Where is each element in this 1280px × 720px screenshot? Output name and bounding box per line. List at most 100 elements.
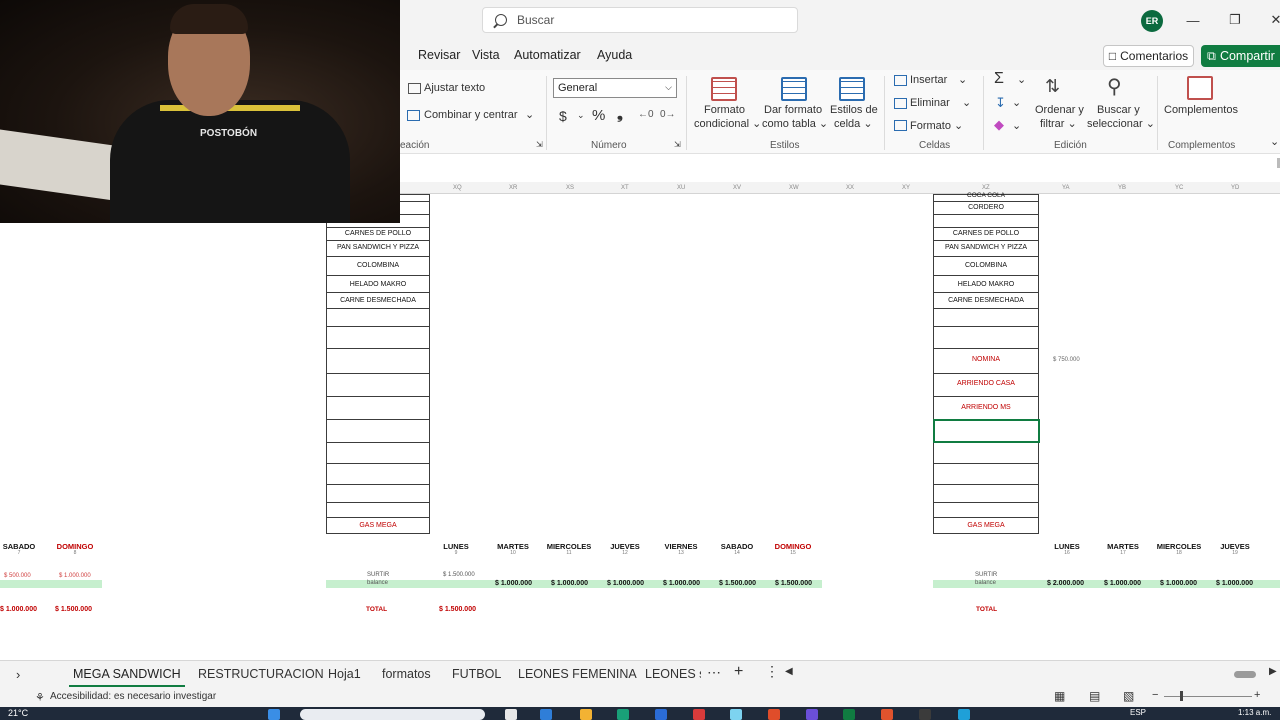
insert-dropdown-icon[interactable]: ⌄ (958, 73, 967, 86)
surtir-value[interactable]: $ 1.500.000 (443, 572, 475, 578)
user-avatar[interactable]: ER (1141, 10, 1163, 32)
app-icon[interactable] (655, 709, 667, 720)
minimize-icon[interactable]: — (1185, 12, 1201, 28)
share-button[interactable]: ⧉ Compartir (1201, 45, 1280, 67)
autosum-dropdown-icon[interactable]: ⌄ (1017, 73, 1026, 86)
accessibility-status[interactable]: Accesibilidad: es necesario investigar (50, 691, 216, 702)
app-icon[interactable] (919, 709, 931, 720)
total-label[interactable]: TOTAL (366, 606, 387, 613)
tab-vista[interactable]: Vista (472, 48, 500, 62)
format-as-table-label-1[interactable]: Dar formato (764, 104, 822, 116)
clear-dropdown-icon[interactable]: ⌄ (1012, 119, 1021, 132)
percent-button[interactable]: % (592, 107, 605, 124)
list-item[interactable]: ARRIENDO CASA (933, 380, 1039, 387)
column-header[interactable]: XS (566, 185, 574, 191)
list-item[interactable]: CARNE DESMECHADA (933, 297, 1039, 304)
close-icon[interactable]: ✕ (1268, 12, 1280, 28)
balance-value[interactable]: $ 2.000.000 (1047, 580, 1084, 587)
list-item[interactable]: CARNES DE POLLO (326, 230, 430, 237)
fill-icon[interactable]: ↧ (995, 95, 1006, 111)
conditional-format-button[interactable]: condicional ⌄ (694, 117, 761, 130)
conditional-format-label-1[interactable]: Formato (704, 104, 745, 116)
accessibility-icon[interactable]: ⚘ (35, 691, 45, 704)
column-header[interactable]: YC (1175, 185, 1183, 191)
sheet-tab[interactable]: FUTBOL (452, 667, 501, 681)
balance-value[interactable]: $ 1.000.000 (551, 580, 588, 587)
format-button[interactable]: Formato ⌄ (910, 119, 963, 132)
fill-dropdown-icon[interactable]: ⌄ (1012, 96, 1021, 109)
tab-revisar[interactable]: Revisar (418, 48, 460, 62)
restore-icon[interactable]: ❐ (1227, 12, 1243, 28)
app-icon[interactable] (806, 709, 818, 720)
small-value[interactable]: $ 500.000 (4, 573, 31, 579)
list-item[interactable]: CARNES DE POLLO (933, 230, 1039, 237)
scroll-left-icon[interactable]: ◀ (785, 666, 793, 677)
app-icon[interactable] (958, 709, 970, 720)
total-value[interactable]: $ 1.500.000 (55, 606, 92, 613)
sheet-tab-active[interactable]: MEGA SANDWICH (69, 667, 185, 688)
language-indicator[interactable]: ESP (1130, 708, 1146, 717)
taskbar-search[interactable] (300, 709, 485, 720)
app-icon[interactable] (617, 709, 629, 720)
list-item[interactable]: COLOMBINA (326, 262, 430, 269)
clock[interactable]: 1:13 a.m. (1238, 708, 1271, 717)
wrap-text-button[interactable]: Ajustar texto (424, 82, 485, 94)
worksheet-grid[interactable]: CARNES DE POLLO PAN SANDWICH Y PIZZA COL… (0, 192, 1280, 660)
column-header[interactable]: XY (902, 185, 910, 191)
app-icon[interactable] (693, 709, 705, 720)
list-item[interactable]: ARRIENDO MS (933, 404, 1039, 411)
column-header[interactable]: YD (1231, 185, 1239, 191)
list-item[interactable]: PAN SANDWICH Y PIZZA (933, 244, 1039, 251)
merge-center-button[interactable]: Combinar y centrar (424, 109, 518, 121)
balance-label[interactable]: balance (975, 580, 996, 586)
find-select-label-1[interactable]: Buscar y (1097, 104, 1140, 116)
balance-value[interactable]: $ 1.000.000 (1104, 580, 1141, 587)
addins-button[interactable]: Complementos (1164, 104, 1238, 116)
sheet-tab[interactable]: Hoja1 (328, 667, 361, 681)
currency-dropdown-icon[interactable]: ⌄ (577, 110, 585, 121)
balance-value[interactable]: $ 1.000.000 (1160, 580, 1197, 587)
sort-filter-label-1[interactable]: Ordenar y (1035, 104, 1084, 116)
app-icon[interactable] (768, 709, 780, 720)
column-header[interactable]: XX (846, 185, 854, 191)
delete-button[interactable]: Eliminar (910, 97, 950, 109)
sheet-tab[interactable]: LEONES FEMENINA (518, 667, 637, 681)
sort-filter-button[interactable]: filtrar ⌄ (1040, 117, 1077, 130)
column-header[interactable]: XV (733, 185, 741, 191)
clear-icon[interactable]: ◆ (994, 117, 1004, 133)
list-item[interactable]: COLOMBINA (933, 262, 1039, 269)
app-icon[interactable] (540, 709, 552, 720)
list-item[interactable]: HELADO MAKRO (933, 281, 1039, 288)
browser-icon[interactable] (730, 709, 742, 720)
number-launcher-icon[interactable]: ⇲ (674, 140, 681, 149)
cell-styles-button[interactable]: celda ⌄ (834, 117, 873, 130)
nomina-value[interactable]: $ 750.000 (1053, 357, 1080, 363)
zoom-slider-thumb[interactable] (1180, 691, 1183, 701)
start-icon[interactable] (268, 709, 280, 720)
balance-value[interactable]: $ 1.500.000 (775, 580, 812, 587)
balance-value[interactable]: $ 1.000.000 (495, 580, 532, 587)
delete-dropdown-icon[interactable]: ⌄ (962, 96, 971, 109)
column-header[interactable]: YB (1118, 185, 1126, 191)
ribbon-collapse-chevron-icon[interactable]: ⌄ (1270, 135, 1279, 148)
column-header[interactable]: XU (677, 185, 685, 191)
list-item[interactable]: CORDERO (933, 204, 1039, 211)
sheet-nav-next-icon[interactable]: › (16, 667, 20, 682)
zoom-in-icon[interactable]: + (1254, 689, 1260, 701)
list-item[interactable]: CARNE DESMECHADA (326, 297, 430, 304)
column-header[interactable]: XT (621, 185, 629, 191)
list-footer[interactable]: GAS MEGA (933, 522, 1039, 529)
zoom-slider[interactable] (1164, 696, 1252, 697)
surtir-label[interactable]: SURTIR (975, 572, 997, 578)
balance-value[interactable]: $ 1.500.000 (719, 580, 756, 587)
add-sheet-icon[interactable]: + (734, 663, 743, 681)
sheet-tab[interactable]: formatos (382, 667, 431, 681)
decrease-decimal-icon[interactable]: 0→ (660, 109, 676, 120)
balance-value[interactable]: $ 1.000.000 (607, 580, 644, 587)
find-select-button[interactable]: seleccionar ⌄ (1087, 117, 1155, 130)
page-break-icon[interactable]: ▧ (1123, 689, 1134, 703)
number-format-select[interactable]: General ⌵ (553, 78, 677, 98)
small-value[interactable]: $ 1.000.000 (59, 573, 91, 579)
total-label[interactable]: TOTAL (976, 606, 997, 613)
balance-value[interactable]: $ 1.000.000 (663, 580, 700, 587)
